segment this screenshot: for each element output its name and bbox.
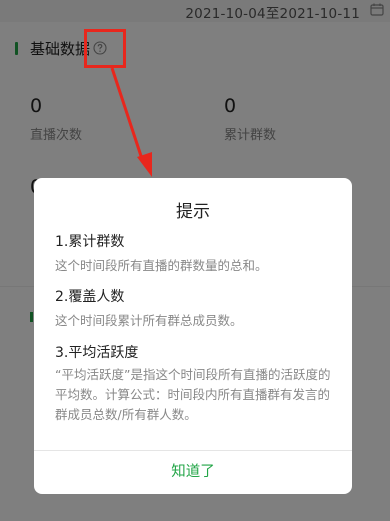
tip-item-desc: “平均活跃度”是指这个时间段所有直播的活跃度的平均数。计算公式：时间段内所有直播…: [55, 367, 331, 422]
confirm-button[interactable]: 知道了: [34, 451, 352, 494]
tip-dialog: 提示 1.累计群数 这个时间段所有直播的群数量的总和。 2.覆盖人数 这个时间段…: [34, 178, 352, 494]
dialog-title: 提示: [176, 202, 210, 222]
tip-item-desc: 这个时间段所有直播的群数量的总和。: [55, 258, 268, 273]
annotation-highlight-box: [84, 29, 126, 68]
tip-item-title: 3.平均活跃度: [55, 345, 139, 361]
tip-item-title: 1.累计群数: [55, 234, 125, 250]
tip-item-desc: 这个时间段累计所有群总成员数。: [55, 313, 243, 328]
tip-item-title: 2.覆盖人数: [55, 289, 125, 305]
